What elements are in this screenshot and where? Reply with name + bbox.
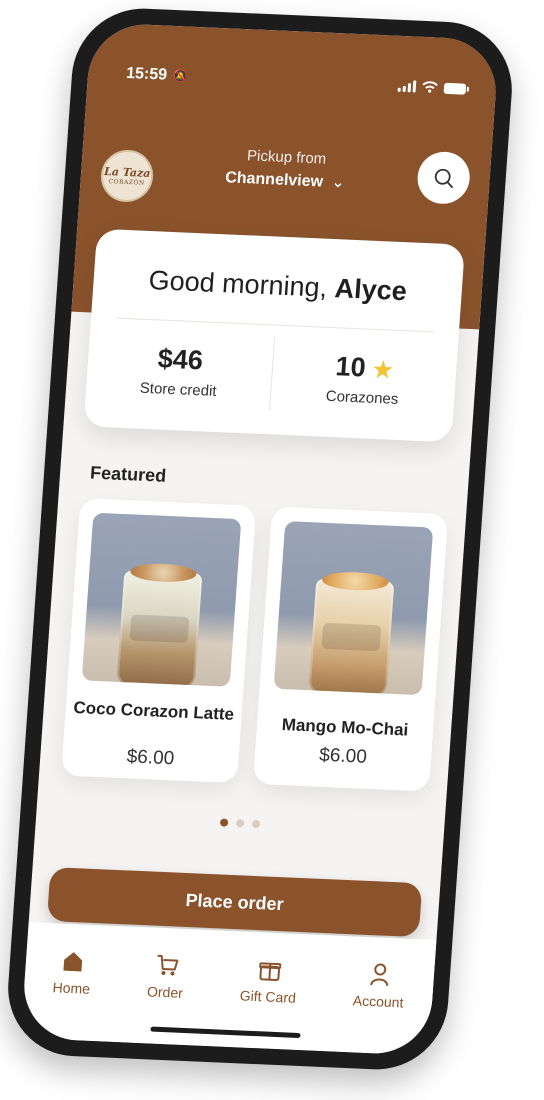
drink-cup-image [308, 570, 395, 696]
tab-home[interactable]: Home [52, 947, 93, 997]
greeting-name: Alyce [333, 273, 408, 307]
product-card[interactable]: Coco Corazon Latte $6.00 [61, 498, 257, 784]
store-credit-label: Store credit [139, 379, 218, 400]
user-icon [370, 963, 389, 987]
stage: 15:59 🔕 La Taza CORAZÓN Pickup from Chan… [0, 0, 544, 1100]
chevron-down-icon: ⌄ [330, 173, 346, 192]
app-screen: 15:59 🔕 La Taza CORAZÓN Pickup from Chan… [20, 22, 500, 1056]
signal-icon [397, 80, 417, 93]
star-icon: ★ [372, 356, 394, 383]
wifi-icon [421, 77, 438, 97]
featured-title: Featured [89, 462, 167, 486]
corazones-value-row: 10 ★ [271, 348, 457, 387]
card-divider [115, 317, 435, 333]
store-credit-stat[interactable]: $46 Store credit [86, 340, 274, 402]
greeting-prefix: Good morning, [147, 265, 329, 303]
tab-label: Gift Card [239, 987, 297, 1006]
product-card[interactable]: Mango Mo-Chai $6.00 [252, 506, 449, 792]
carousel-pagination[interactable] [36, 810, 444, 836]
bell-muted-icon: 🔕 [172, 68, 189, 84]
tab-label: Order [146, 983, 184, 1001]
carousel-dot[interactable] [219, 818, 229, 827]
tab-label: Account [352, 992, 404, 1011]
tab-bar: Home Order Gift Card Account [20, 922, 437, 1056]
store-credit-value: $46 [156, 343, 204, 376]
gift-icon [258, 962, 282, 981]
tab-label: Home [52, 979, 91, 997]
drink-cup-image [116, 562, 203, 687]
home-icon [63, 952, 83, 972]
greeting-text: Good morning, Alyce [93, 263, 463, 310]
product-image [81, 512, 242, 687]
product-name: Mango Mo-Chai [281, 715, 409, 740]
tab-account[interactable]: Account [352, 960, 406, 1011]
product-image [273, 521, 434, 696]
phone-frame: 15:59 🔕 La Taza CORAZÓN Pickup from Chan… [3, 5, 517, 1073]
search-icon [434, 168, 453, 189]
carousel-dot[interactable] [251, 819, 261, 829]
corazones-label: Corazones [325, 387, 399, 408]
tab-gift-card[interactable]: Gift Card [239, 955, 298, 1006]
cart-icon [157, 954, 179, 976]
tab-order[interactable]: Order [146, 951, 186, 1001]
carousel-dot[interactable] [235, 819, 245, 828]
product-price: $6.00 [125, 746, 175, 770]
greeting-card: Good morning, Alyce $46 Store credit 10 … [83, 228, 466, 443]
status-time: 15:59 [125, 64, 168, 84]
status-icons [397, 76, 467, 98]
product-name: Coco Corazon Latte [72, 697, 235, 724]
corazones-stat[interactable]: 10 ★ Corazones [270, 348, 458, 410]
corazones-value: 10 [334, 351, 367, 383]
battery-icon [443, 82, 467, 95]
pickup-location-name: Channelview [224, 169, 324, 191]
product-price: $6.00 [318, 744, 368, 768]
